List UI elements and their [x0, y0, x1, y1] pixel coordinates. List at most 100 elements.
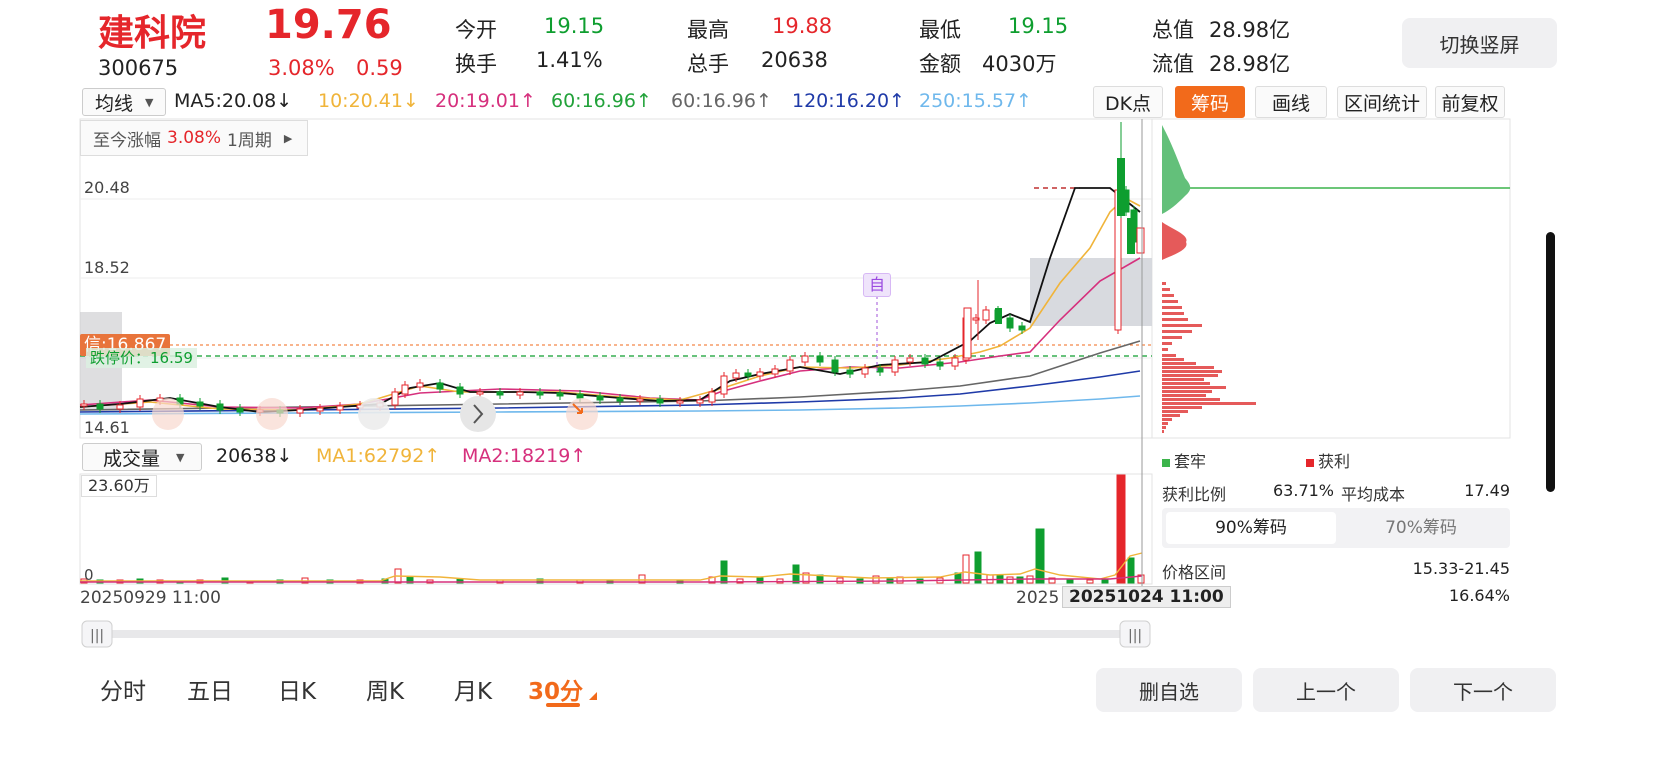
candle-body: [1136, 227, 1145, 254]
candles: [80, 122, 1145, 417]
ma10-line: [79, 197, 1141, 411]
chip-bar: [1162, 382, 1210, 385]
chip-bar: [1162, 386, 1226, 389]
candle-body: [336, 405, 344, 411]
tab-intraday[interactable]: 分时: [100, 672, 146, 706]
candle-body: [196, 401, 204, 407]
event-marker-icon: [358, 398, 390, 430]
chip-bar: [1162, 342, 1172, 345]
tab-weekly-k[interactable]: 周K: [366, 672, 404, 706]
grip-icon: |||: [1128, 628, 1142, 644]
candle-body: [576, 393, 584, 399]
dropdown-corner-icon[interactable]: [589, 692, 597, 700]
chip-bar: [1162, 430, 1164, 433]
period-change-box[interactable]: 至今涨幅 3.08% 1周期 ▶: [80, 120, 308, 156]
candle-body: [801, 355, 809, 363]
volume-bar: [720, 560, 728, 584]
candle-body: [1117, 158, 1125, 216]
candle-body: [861, 367, 869, 375]
tab-30min[interactable]: 30分: [528, 672, 583, 706]
chip-bar: [1162, 354, 1176, 357]
candle-body: [516, 391, 524, 396]
candle-body: [476, 391, 484, 395]
tab-chips-90[interactable]: 90%筹码: [1166, 512, 1336, 544]
kline-chart[interactable]: ||| |||: [0, 0, 1662, 768]
volume-max-label: 23.60万: [81, 475, 157, 497]
candle-body: [906, 357, 914, 363]
event-marker-icon: [460, 396, 496, 432]
candle-body: [963, 307, 972, 359]
profit-ratio-label: 获利比例: [1162, 485, 1227, 504]
candle-body: [136, 398, 144, 408]
chip-bar: [1162, 318, 1188, 321]
remove-watchlist-button[interactable]: 删自选: [1096, 668, 1242, 712]
red-square-icon: [1306, 459, 1314, 467]
chip-bar: [1162, 282, 1166, 285]
candle-body: [1006, 317, 1014, 329]
volume-value: 20638↓: [216, 445, 293, 467]
y-label-high: 20.48: [84, 178, 130, 197]
green-square-icon: [1162, 459, 1170, 467]
legend-trapped: 套牢: [1162, 448, 1206, 472]
tab-chips-70[interactable]: 70%筹码: [1336, 512, 1506, 544]
chip-bar: [1162, 330, 1192, 333]
profit-ratio-value: 63.71%: [1273, 481, 1335, 500]
legend-profit-label: 获利: [1318, 452, 1351, 471]
candle-body: [744, 372, 752, 377]
volume-bar: [1086, 579, 1094, 584]
chip-bar: [1162, 398, 1220, 401]
price-range-value: 15.33-21.45: [1412, 559, 1510, 578]
volume-indicator-select[interactable]: 成交量 ▼: [82, 443, 202, 471]
legend-profit: 获利: [1306, 448, 1350, 472]
page-scrollbar: [1546, 232, 1555, 492]
chip-profile-bottom: [1162, 282, 1256, 433]
candle-body: [846, 369, 854, 375]
legend-trapped-label: 套牢: [1174, 452, 1207, 471]
prev-stock-button[interactable]: 上一个: [1253, 668, 1399, 712]
candle-body: [936, 361, 944, 367]
volume-bar: [872, 575, 880, 584]
chip-bar: [1162, 348, 1168, 351]
chip-bar: [1162, 414, 1180, 417]
tab-daily-k[interactable]: 日K: [278, 672, 316, 706]
range-highlight: [1030, 258, 1152, 326]
volume-bar: [1127, 557, 1135, 584]
candle-body: [771, 368, 779, 375]
period-change-label: 至今涨幅: [93, 130, 161, 151]
event-marker-icon: [256, 398, 288, 430]
candle-body: [296, 408, 304, 414]
candle-body: [921, 357, 929, 365]
candle-body: [596, 395, 604, 401]
candle-body: [636, 398, 644, 402]
chip-bar: [1162, 300, 1178, 303]
volume-bar: [974, 551, 982, 584]
chip-bar: [1162, 324, 1202, 327]
tab-five-day[interactable]: 五日: [187, 672, 233, 706]
chevron-down-icon: ▼: [176, 450, 185, 464]
candle-body: [708, 391, 716, 403]
candle-body: [982, 309, 990, 321]
chip-profile-top: [1162, 125, 1191, 214]
ma20-line: [79, 257, 1141, 409]
x-start-label: 20250929 11:00: [80, 588, 221, 608]
candle-body: [496, 391, 504, 396]
volume-select-label: 成交量: [103, 447, 161, 470]
chip-bar: [1162, 358, 1184, 361]
candle-body: [391, 391, 399, 406]
next-stock-button[interactable]: 下一个: [1410, 668, 1556, 712]
volume-zero-label: 0: [84, 566, 94, 584]
y-label-mid: 18.52: [84, 258, 130, 277]
candle-body: [951, 357, 959, 367]
chip-bar: [1162, 362, 1196, 365]
chip-bar: [1162, 312, 1184, 315]
volume-bar: [836, 577, 844, 584]
chip-bar: [1162, 374, 1218, 377]
candle-body: [80, 403, 88, 407]
candle-body: [732, 372, 740, 379]
volume-ma1: MA1:62792↑: [316, 445, 441, 467]
chip-profile-mid: [1162, 222, 1187, 260]
self-select-marker[interactable]: 自: [863, 273, 891, 297]
chip-bar: [1162, 394, 1206, 397]
candle-body: [720, 375, 728, 395]
tab-monthly-k[interactable]: 月K: [454, 672, 492, 706]
